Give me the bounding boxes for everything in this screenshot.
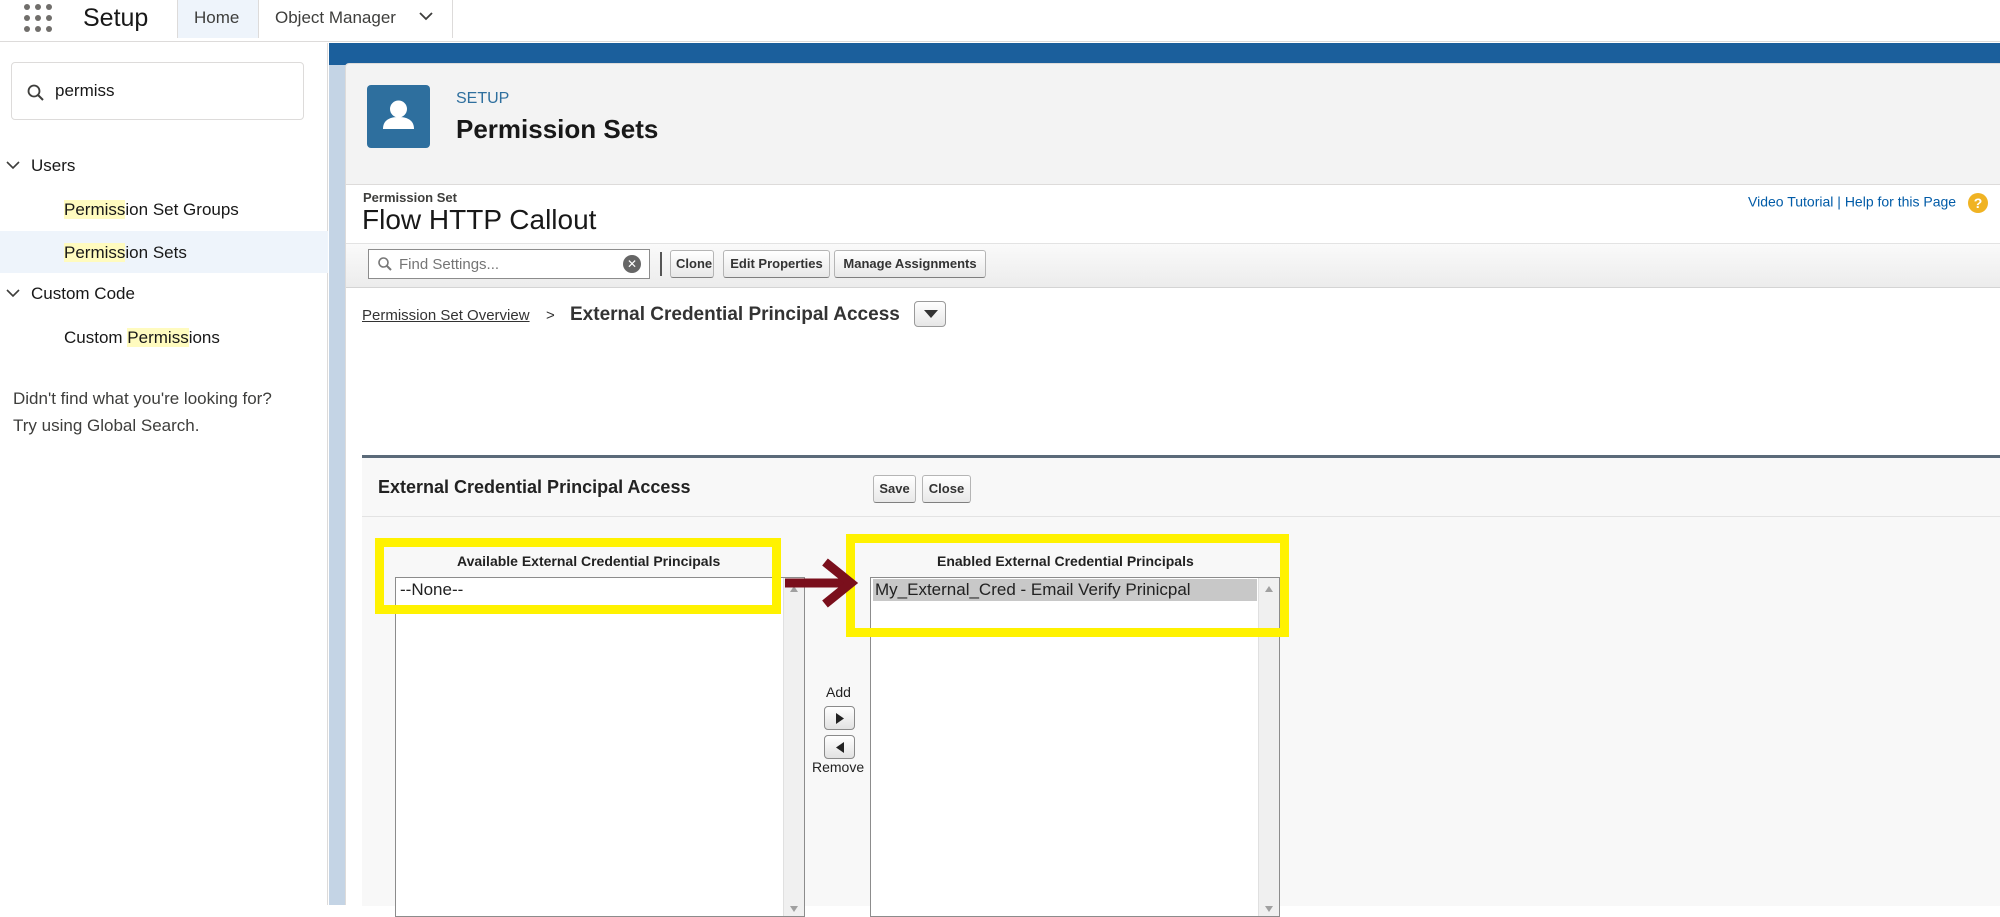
add-label: Add	[826, 684, 851, 700]
edit-properties-button[interactable]: Edit Properties	[723, 250, 830, 278]
tab-home-label: Home	[194, 8, 240, 27]
breadcrumb-separator: >	[546, 307, 555, 324]
scroll-up-icon[interactable]	[790, 586, 798, 592]
external-credential-access-section: External Credential Principal Access Sav…	[362, 455, 2000, 917]
section-title: External Credential Principal Access	[378, 477, 691, 497]
list-option[interactable]: --None--	[398, 579, 463, 601]
find-settings-input[interactable]	[399, 253, 619, 275]
record-type-label: Permission Set	[363, 190, 457, 205]
scroll-up-icon[interactable]	[1265, 586, 1273, 592]
label-rest: ions	[188, 328, 220, 347]
record-name: Flow HTTP Callout	[362, 204, 597, 235]
chevron-down-icon[interactable]	[6, 158, 20, 172]
list-option-selected[interactable]: My_External_Cred - Email Verify Prinicpa…	[873, 579, 1257, 601]
arrow-right-icon	[836, 713, 844, 724]
setup-sidebar: Users Permission Set Groups Permission S…	[0, 43, 328, 905]
global-header: Setup Home Object Manager	[0, 0, 2000, 42]
label-rest: ion Sets	[125, 243, 187, 262]
tree-group-custom-code[interactable]: Custom Code	[0, 273, 328, 313]
search-match-highlight: Permiss	[64, 243, 126, 262]
breadcrumb: Permission Set Overview > External Crede…	[362, 304, 900, 325]
sidebar-item-label: Permission Sets	[64, 243, 187, 263]
help-separator: |	[1837, 193, 1841, 210]
quick-find-input[interactable]	[55, 75, 285, 107]
enabled-principals-list[interactable]: My_External_Cred - Email Verify Prinicpa…	[870, 577, 1280, 917]
tab-home[interactable]: Home	[177, 0, 259, 38]
breadcrumb-overview-link[interactable]: Permission Set Overview	[362, 307, 530, 324]
scrollbar[interactable]	[783, 578, 804, 916]
help-links: Video Tutorial | Help for this Page ?	[1748, 193, 1988, 213]
permission-set-detail: Permission Set Flow HTTP Callout Video T…	[345, 184, 2000, 917]
page-eyebrow: SETUP	[456, 90, 510, 107]
label-prefix: Custom	[64, 328, 128, 347]
arrow-left-icon	[836, 742, 844, 753]
remove-button[interactable]	[824, 735, 855, 759]
clone-button[interactable]: Clone	[670, 250, 714, 278]
chevron-down-icon	[924, 310, 938, 318]
sidebar-item-label: Permission Set Groups	[64, 200, 239, 220]
tree-group-label: Custom Code	[31, 284, 135, 303]
available-principals-list[interactable]: --None--	[395, 577, 805, 917]
page-title: Permission Sets	[456, 114, 659, 144]
quick-find-box	[11, 62, 304, 120]
search-match-highlight: Permiss	[127, 328, 189, 347]
find-settings-box: ✕	[368, 249, 650, 279]
scroll-down-icon[interactable]	[1265, 906, 1273, 912]
sidebar-item-permission-set-groups[interactable]: Permission Set Groups	[0, 188, 328, 230]
main-content: SETUP Permission Sets Permission Set Flo…	[329, 43, 2000, 917]
user-icon	[367, 85, 430, 148]
not-found-text: Didn't find what you're looking for?	[13, 389, 272, 408]
app-launcher-waffle-icon[interactable]	[22, 2, 54, 34]
tree-group-label: Users	[31, 156, 76, 175]
chevron-down-icon[interactable]	[6, 286, 20, 300]
search-icon	[27, 84, 44, 101]
global-search-hint: Try using Global Search.	[13, 416, 200, 435]
toolbar-divider	[660, 252, 662, 276]
tab-object-manager[interactable]: Object Manager	[259, 0, 453, 38]
remove-label: Remove	[812, 759, 865, 775]
sidebar-item-permission-sets[interactable]: Permission Sets	[0, 231, 328, 273]
breadcrumb-current: External Credential Principal Access	[570, 304, 900, 325]
scrollbar[interactable]	[1258, 578, 1279, 916]
enabled-principals-label: Enabled External Credential Principals	[937, 553, 1194, 569]
scroll-down-icon[interactable]	[790, 906, 798, 912]
app-title: Setup	[83, 4, 149, 32]
sidebar-item-custom-permissions[interactable]: Custom Permissions	[0, 316, 328, 358]
section-divider	[362, 516, 2000, 517]
search-match-highlight: Permiss	[64, 200, 126, 219]
label-rest: ion Set Groups	[125, 200, 239, 219]
available-principals-label: Available External Credential Principals	[457, 553, 721, 569]
add-button[interactable]	[824, 706, 855, 730]
video-tutorial-link[interactable]: Video Tutorial	[1748, 194, 1833, 210]
breadcrumb-dropdown-button[interactable]	[914, 301, 946, 327]
sidebar-item-label: Custom Permissions	[64, 328, 220, 348]
clear-icon[interactable]: ✕	[623, 255, 641, 273]
manage-assignments-button[interactable]: Manage Assignments	[834, 250, 986, 278]
help-for-this-page-link[interactable]: Help for this Page	[1845, 194, 1956, 210]
permission-set-toolbar: ✕ Clone Edit Properties Manage Assignmen…	[346, 243, 2000, 288]
save-button[interactable]: Save	[873, 475, 916, 503]
help-icon[interactable]: ?	[1968, 193, 1988, 213]
tree-group-users[interactable]: Users	[0, 145, 328, 185]
close-button[interactable]: Close	[922, 475, 971, 503]
brand-band	[329, 43, 2000, 65]
tab-object-manager-label: Object Manager	[275, 8, 396, 27]
search-icon	[378, 257, 392, 271]
chevron-down-icon[interactable]	[418, 8, 434, 24]
